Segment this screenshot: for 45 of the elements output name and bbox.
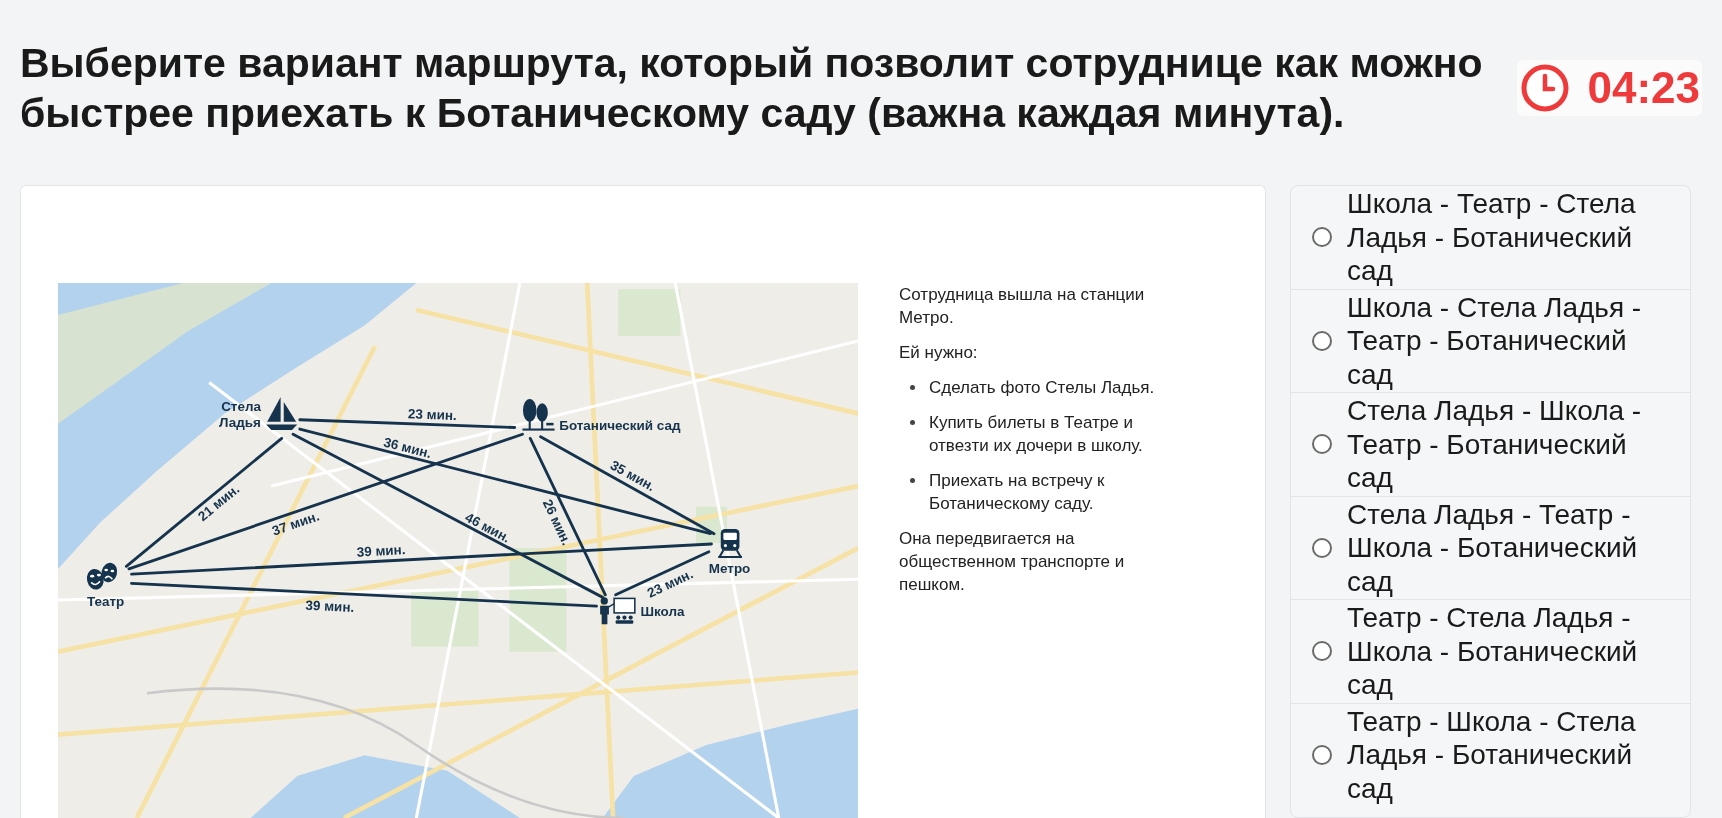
sailboat-icon: [266, 396, 298, 431]
travel-time-label: 26 мин.: [539, 497, 575, 548]
trees-icon: [522, 399, 555, 431]
task-text: Сделать фото Стелы Ладья.: [929, 377, 1156, 399]
radio-button[interactable]: [1312, 744, 1332, 765]
travel-time-label: 23 мин.: [407, 406, 457, 424]
answer-option[interactable]: Стела Ладья - Театр - Школа - Ботанический сад: [1291, 496, 1690, 600]
answer-option[interactable]: Театр - Школа - Стела Ладья - Ботанический сад: [1291, 703, 1690, 806]
train-icon: [717, 529, 744, 558]
travel-time-label: 46 мин.: [462, 509, 513, 546]
travel-time-label: 39 мин.: [305, 597, 355, 615]
question-title: Выберите вариант маршрута, который позволит сотруднице как можно быстрее приехать к Ботаническому саду (важна каждая минута).: [20, 39, 1484, 138]
description-text: Ей нужно:: [899, 342, 979, 364]
answer-option[interactable]: Стела Ладья - Школа - Театр - Ботанический сад: [1291, 393, 1690, 497]
teacher-icon: [600, 597, 636, 625]
travel-time-label: 35 мин.: [607, 457, 658, 495]
travel-time-label: 36 мин.: [382, 434, 433, 462]
timer-text: 04:23: [1587, 63, 1700, 113]
place-label: Театр: [87, 594, 125, 610]
radio-button[interactable]: [1312, 537, 1332, 558]
description-text: Она передвигается на общественном транспорте и пешком.: [899, 528, 1126, 596]
theater-masks-icon: [86, 562, 118, 590]
radio-button[interactable]: [1312, 330, 1332, 351]
answer-option[interactable]: Театр - Стела Ладья - Школа - Ботанический сад: [1291, 600, 1690, 704]
answer-option[interactable]: Школа - Театр - Стела Ладья - Ботанический сад: [1291, 186, 1690, 290]
travel-time-label: 39 мин.: [356, 542, 406, 560]
bullet-icon: [910, 385, 915, 390]
task-text: Приехать на встречу к Ботаническому саду.: [929, 470, 1106, 515]
task-text: Купить билеты в Театре и отвезти их дочери в школу.: [929, 412, 1144, 457]
answer-option[interactable]: Школа - Стела Ладья - Театр - Ботанический сад: [1291, 289, 1690, 393]
description-text: Сотрудница вышла на станции Метро.: [899, 284, 1146, 329]
radio-button[interactable]: [1312, 434, 1332, 455]
travel-time-label: 21 мин.: [195, 481, 243, 525]
travel-time-label: 37 мин.: [270, 508, 322, 539]
bullet-icon: [910, 478, 915, 483]
place-label: Стела Ладья: [219, 399, 261, 430]
clock-icon: [1521, 64, 1570, 112]
bullet-icon: [910, 420, 915, 425]
place-label: Метро: [708, 561, 751, 577]
radio-button[interactable]: [1312, 641, 1332, 662]
radio-button[interactable]: [1312, 227, 1332, 248]
place-label: Школа: [640, 604, 685, 619]
park-area: [618, 289, 681, 336]
travel-time-label: 23 мин.: [644, 566, 696, 601]
place-label: Ботанический сад: [559, 418, 681, 434]
